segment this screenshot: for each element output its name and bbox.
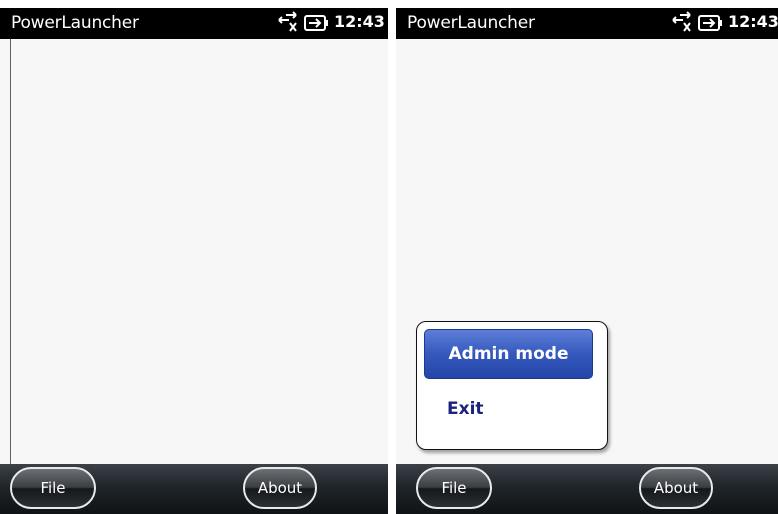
battery-charging-icon xyxy=(304,15,328,31)
clock: 12:43 xyxy=(728,12,778,31)
connection-off-icon xyxy=(672,11,691,32)
app-title: PowerLauncher xyxy=(407,13,535,33)
device-screen-menu-open: PowerLauncher 12:43 Admin mode Exit File… xyxy=(396,8,778,514)
device-screen-main: PowerLauncher 12:43 File About xyxy=(0,8,388,514)
file-menu-popup: Admin mode Exit xyxy=(416,321,608,450)
menu-item-exit[interactable]: Exit xyxy=(447,398,484,420)
about-softkey-button[interactable]: About xyxy=(243,467,317,509)
app-title: PowerLauncher xyxy=(11,13,139,33)
softkey-bar: File About xyxy=(0,464,388,514)
menu-item-admin-mode[interactable]: Admin mode xyxy=(424,329,593,379)
file-softkey-button[interactable]: File xyxy=(10,467,96,509)
battery-charging-icon xyxy=(698,15,722,31)
title-bar: PowerLauncher 12:43 xyxy=(396,8,778,39)
file-softkey-button[interactable]: File xyxy=(416,467,492,509)
title-bar: PowerLauncher 12:43 xyxy=(0,8,388,39)
connection-off-icon xyxy=(278,11,297,32)
clock: 12:43 xyxy=(334,12,385,31)
softkey-bar: File About xyxy=(396,464,778,514)
launcher-content-area xyxy=(10,39,388,465)
about-softkey-button[interactable]: About xyxy=(639,467,713,509)
